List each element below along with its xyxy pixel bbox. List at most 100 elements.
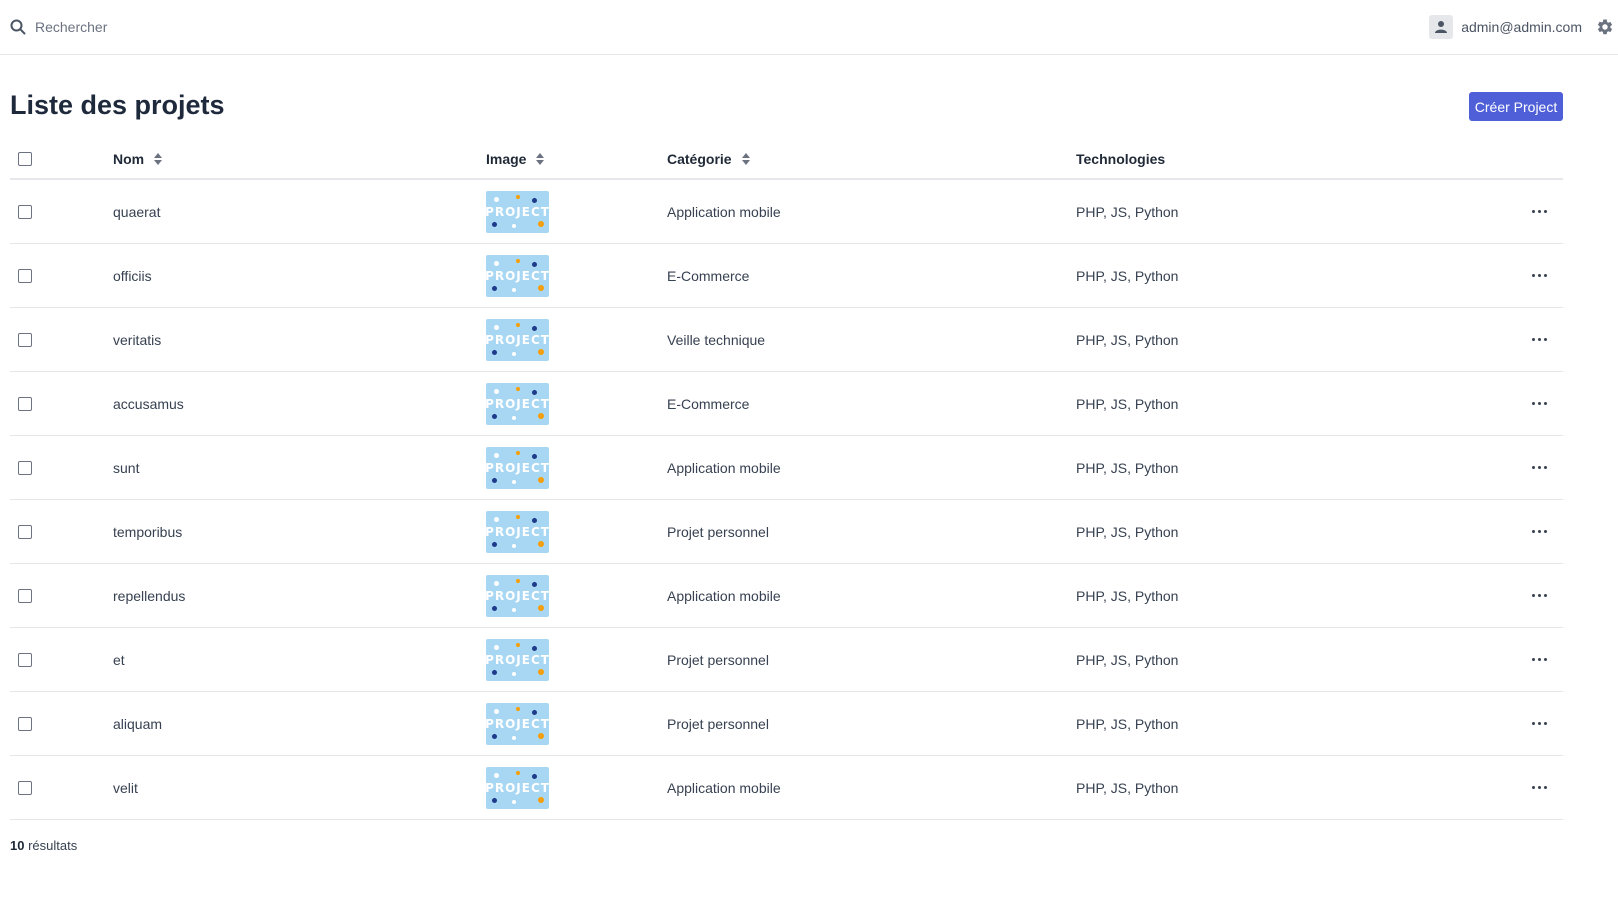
- row-checkbox-cell: [18, 756, 32, 819]
- sort-icon[interactable]: [535, 152, 545, 166]
- project-image-cell: PROJECT: [486, 500, 549, 563]
- more-icon[interactable]: [1527, 522, 1551, 542]
- project-image-cell: PROJECT: [486, 756, 549, 819]
- more-icon[interactable]: [1527, 778, 1551, 798]
- gear-icon[interactable]: [1596, 18, 1614, 36]
- project-thumbnail-text: PROJECT: [486, 332, 549, 347]
- more-icon[interactable]: [1527, 202, 1551, 222]
- project-thumbnail-text: PROJECT: [486, 588, 549, 603]
- column-technologies-header: Technologies: [1076, 140, 1165, 178]
- row-actions-cell: [1527, 372, 1551, 435]
- project-technologies: PHP, JS, Python: [1076, 395, 1179, 412]
- row-actions-cell: [1527, 180, 1551, 243]
- table-row[interactable]: accusamus PROJECT E-Commerce PHP, JS, Py…: [10, 372, 1563, 436]
- project-thumbnail: PROJECT: [486, 446, 549, 489]
- row-actions-cell: [1527, 564, 1551, 627]
- project-name[interactable]: repellendus: [113, 564, 185, 627]
- table-row[interactable]: velit PROJECT Application mobile PHP, JS…: [10, 756, 1563, 820]
- project-technologies: PHP, JS, Python: [1076, 779, 1179, 796]
- project-name[interactable]: quaerat: [113, 180, 160, 243]
- user-menu[interactable]: admin@admin.com: [1429, 14, 1618, 40]
- project-technologies: PHP, JS, Python: [1076, 459, 1179, 476]
- row-checkbox[interactable]: [18, 524, 32, 539]
- more-icon[interactable]: [1527, 650, 1551, 670]
- results-number: 10: [10, 838, 25, 853]
- row-actions-cell: [1527, 436, 1551, 499]
- results-label: résultats: [28, 838, 78, 853]
- project-name[interactable]: officiis: [113, 244, 152, 307]
- more-icon[interactable]: [1527, 714, 1551, 734]
- more-icon[interactable]: [1527, 586, 1551, 606]
- search-icon: [10, 19, 26, 35]
- project-name[interactable]: velit: [113, 756, 138, 819]
- row-checkbox[interactable]: [18, 652, 32, 667]
- table-row[interactable]: et PROJECT Projet personnel PHP, JS, Pyt…: [10, 628, 1563, 692]
- row-checkbox[interactable]: [18, 268, 32, 283]
- project-name[interactable]: veritatis: [113, 308, 161, 371]
- project-category: Projet personnel: [667, 651, 769, 668]
- project-thumbnail-text: PROJECT: [486, 524, 549, 539]
- project-thumbnail: PROJECT: [486, 638, 549, 681]
- project-category: Application mobile: [667, 203, 781, 220]
- search-input[interactable]: [35, 19, 335, 35]
- column-name-header[interactable]: Nom: [113, 140, 163, 178]
- sort-icon[interactable]: [741, 152, 751, 166]
- avatar[interactable]: [1429, 15, 1454, 39]
- row-actions-cell: [1527, 308, 1551, 371]
- column-image-header[interactable]: Image: [486, 140, 545, 178]
- search-bar: [10, 16, 335, 38]
- table-row[interactable]: aliquam PROJECT Projet personnel PHP, JS…: [10, 692, 1563, 756]
- sort-icon[interactable]: [153, 152, 163, 166]
- more-icon[interactable]: [1527, 458, 1551, 478]
- create-project-button[interactable]: Créer Project: [1469, 92, 1563, 121]
- row-checkbox[interactable]: [18, 716, 32, 731]
- project-name[interactable]: et: [113, 628, 125, 691]
- project-category: Application mobile: [667, 459, 781, 476]
- project-thumbnail: PROJECT: [486, 510, 549, 553]
- project-name[interactable]: aliquam: [113, 692, 162, 755]
- project-category: Projet personnel: [667, 523, 769, 540]
- table-row[interactable]: officiis PROJECT E-Commerce PHP, JS, Pyt…: [10, 244, 1563, 308]
- results-count: 10 résultats: [10, 838, 77, 853]
- project-thumbnail: PROJECT: [486, 190, 549, 233]
- row-checkbox-cell: [18, 628, 32, 691]
- project-thumbnail-text: PROJECT: [486, 716, 549, 731]
- user-email[interactable]: admin@admin.com: [1461, 19, 1582, 35]
- table-body: quaerat PROJECT Application mobile PHP, …: [10, 180, 1563, 820]
- project-thumbnail: PROJECT: [486, 702, 549, 745]
- row-actions-cell: [1527, 500, 1551, 563]
- row-checkbox[interactable]: [18, 460, 32, 475]
- project-image-cell: PROJECT: [486, 436, 549, 499]
- more-icon[interactable]: [1527, 266, 1551, 286]
- project-category: Projet personnel: [667, 715, 769, 732]
- more-icon[interactable]: [1527, 330, 1551, 350]
- column-category-header[interactable]: Catégorie: [667, 140, 751, 178]
- table-row[interactable]: sunt PROJECT Application mobile PHP, JS,…: [10, 436, 1563, 500]
- row-checkbox[interactable]: [18, 780, 32, 795]
- project-category: E-Commerce: [667, 267, 750, 284]
- table-row[interactable]: repellendus PROJECT Application mobile P…: [10, 564, 1563, 628]
- project-thumbnail-text: PROJECT: [486, 396, 549, 411]
- row-checkbox[interactable]: [18, 204, 32, 219]
- row-checkbox[interactable]: [18, 588, 32, 603]
- table-row[interactable]: temporibus PROJECT Projet personnel PHP,…: [10, 500, 1563, 564]
- project-image-cell: PROJECT: [486, 628, 549, 691]
- project-name[interactable]: accusamus: [113, 372, 184, 435]
- project-thumbnail: PROJECT: [486, 318, 549, 361]
- project-thumbnail: PROJECT: [486, 254, 549, 297]
- project-image-cell: PROJECT: [486, 692, 549, 755]
- select-all-checkbox[interactable]: [18, 152, 32, 166]
- row-actions-cell: [1527, 756, 1551, 819]
- project-name[interactable]: sunt: [113, 436, 139, 499]
- row-checkbox[interactable]: [18, 396, 32, 411]
- row-checkbox-cell: [18, 372, 32, 435]
- table-row[interactable]: quaerat PROJECT Application mobile PHP, …: [10, 180, 1563, 244]
- table-header: Nom Image Catégorie Technologies: [10, 140, 1563, 180]
- table-row[interactable]: veritatis PROJECT Veille technique PHP, …: [10, 308, 1563, 372]
- project-technologies: PHP, JS, Python: [1076, 267, 1179, 284]
- project-category: Application mobile: [667, 779, 781, 796]
- row-checkbox[interactable]: [18, 332, 32, 347]
- project-name[interactable]: temporibus: [113, 500, 182, 563]
- more-icon[interactable]: [1527, 394, 1551, 414]
- column-technologies-label: Technologies: [1076, 151, 1166, 167]
